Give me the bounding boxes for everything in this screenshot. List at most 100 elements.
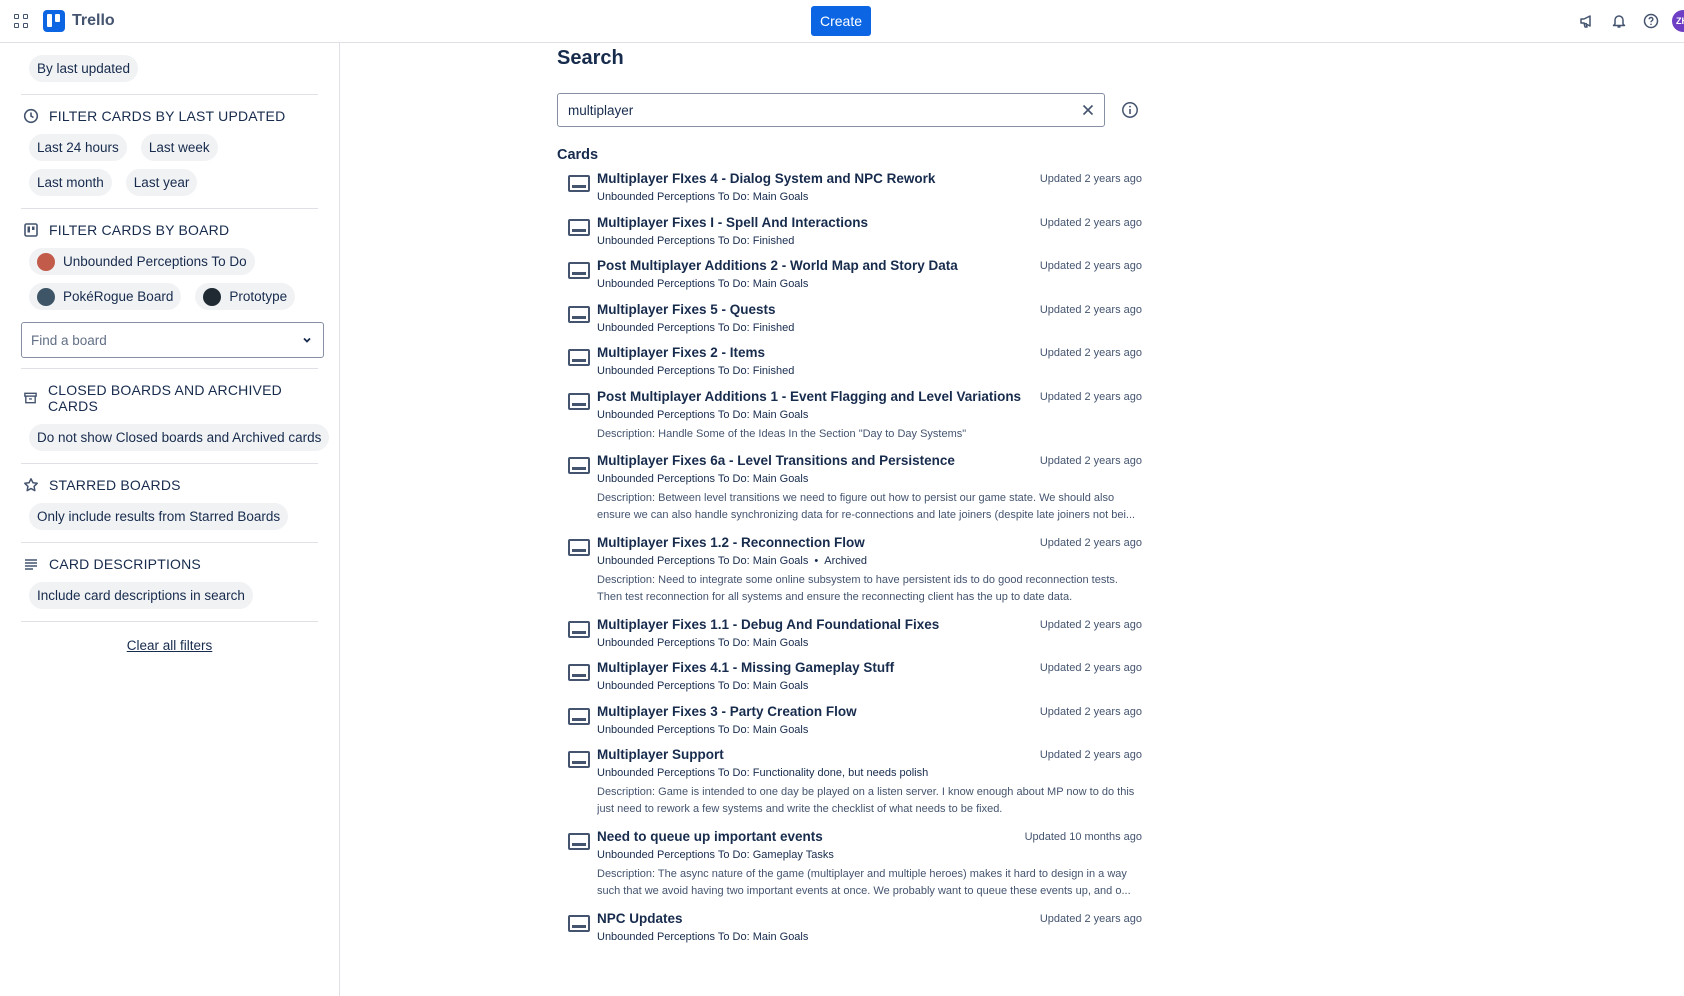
card-result[interactable]: Multiplayer Fixes 3 - Party Creation Flo… <box>557 702 1142 746</box>
sort-section: By last updated <box>21 43 318 95</box>
info-icon[interactable] <box>1121 101 1139 119</box>
card-updated-time: Updated 2 years ago <box>1039 618 1142 631</box>
include-descriptions-chip[interactable]: Include card descriptions in search <box>29 582 253 609</box>
board-chip-pokerogue[interactable]: PokéRogue Board <box>29 283 182 310</box>
card-icon <box>568 392 590 410</box>
filter-last-year-chip[interactable]: Last year <box>125 169 198 196</box>
board-avatar <box>203 287 222 306</box>
header-actions: ZH <box>1576 10 1684 32</box>
card-location: Unbounded Perceptions To Do: Main Goals <box>597 278 809 290</box>
starred-boards-chip[interactable]: Only include results from Starred Boards <box>29 503 289 530</box>
card-board-list: Unbounded Perceptions To Do: Main Goals <box>597 472 1142 486</box>
cards-heading: Cards <box>557 147 599 163</box>
card-updated-time: Updated 10 months ago <box>1024 831 1142 843</box>
closed-boards-chip[interactable]: Do not show Closed boards and Archived c… <box>29 424 330 451</box>
card-result[interactable]: Post Multiplayer Additions 1 - Event Fla… <box>557 387 1142 451</box>
search-results-panel: Search Cards Multiplayer FIxes 4 - Dialo… <box>557 43 1142 953</box>
close-icon[interactable] <box>1080 102 1096 118</box>
card-board-list: Unbounded Perceptions To Do: Main Goals <box>597 679 1142 693</box>
card-result[interactable]: Multiplayer Fixes 1.1 - Debug And Founda… <box>557 615 1142 659</box>
sort-by-last-updated-chip[interactable]: By last updated <box>29 55 139 82</box>
card-result[interactable]: Multiplayer FIxes 4 - Dialog System and … <box>557 169 1142 213</box>
trello-logo[interactable]: Trello <box>43 10 115 32</box>
bell-icon[interactable] <box>1608 10 1630 32</box>
card-result[interactable]: Multiplayer Fixes I - Spell And Interact… <box>557 213 1142 257</box>
find-board-placeholder: Find a board <box>31 332 107 348</box>
trello-logo-icon <box>43 10 65 32</box>
card-updated-time: Updated 2 years ago <box>1039 216 1142 229</box>
card-location: Unbounded Perceptions To Do: Main Goals <box>597 723 809 736</box>
card-result[interactable]: Multiplayer Fixes 2 - Items Unbounded Per… <box>557 343 1142 387</box>
closed-boards-section: CLOSED BOARDS AND ARCHIVED CARDS Do not … <box>21 369 330 464</box>
card-board-list: Unbounded Perceptions To Do: Main Goals •… <box>597 554 1142 568</box>
card-board-list: Unbounded Perceptions To Do: Finished <box>597 364 1142 378</box>
megaphone-icon[interactable] <box>1576 10 1598 32</box>
card-icon <box>568 620 590 638</box>
search-box <box>557 93 1105 127</box>
card-board-list: Unbounded Perceptions To Do: Main Goals <box>597 190 1142 204</box>
descriptions-heading: CARD DESCRIPTIONS <box>23 556 318 572</box>
app-switcher-icon[interactable] <box>12 12 30 30</box>
archived-label: Archived <box>824 554 868 567</box>
card-result[interactable]: Multiplayer Fixes 6a - Level Transitions… <box>557 451 1142 533</box>
card-icon <box>568 456 590 474</box>
clear-all-filters-link[interactable]: Clear all filters <box>21 638 318 653</box>
clock-icon <box>23 108 39 124</box>
card-location: Unbounded Perceptions To Do: Main Goals <box>597 554 809 567</box>
create-button[interactable]: Create <box>811 6 871 36</box>
last-updated-title: FILTER CARDS BY LAST UPDATED <box>49 108 286 124</box>
card-location: Unbounded Perceptions To Do: Main Goals <box>597 636 809 649</box>
filter-last-month-chip[interactable]: Last month <box>29 169 112 196</box>
card-location: Unbounded Perceptions To Do: Main Goals <box>597 191 809 203</box>
board-chip-unbounded-perceptions[interactable]: Unbounded Perceptions To Do <box>29 248 255 275</box>
filter-last-week-chip[interactable]: Last week <box>140 134 218 161</box>
card-location: Unbounded Perceptions To Do: Main Goals <box>597 472 809 485</box>
card-updated-time: Updated 2 years ago <box>1039 662 1142 674</box>
page-title: Search <box>557 47 624 69</box>
filter-last-24-hours-chip[interactable]: Last 24 hours <box>29 134 127 161</box>
board-filter-heading: FILTER CARDS BY BOARD <box>23 222 318 238</box>
app-name: Trello <box>72 12 115 29</box>
card-result[interactable]: Need to queue up important events Unbound… <box>557 827 1142 909</box>
board-icon <box>24 223 38 237</box>
card-result[interactable]: Multiplayer Fixes 1.2 - Reconnection Flo… <box>557 533 1142 615</box>
help-icon[interactable] <box>1640 10 1662 32</box>
description-icon <box>25 559 37 570</box>
card-board-list: Unbounded Perceptions To Do: Functionali… <box>597 766 1142 780</box>
search-input[interactable] <box>558 94 1104 126</box>
card-result[interactable]: Post Multiplayer Additions 2 - World Map… <box>557 256 1142 300</box>
archive-icon <box>24 392 37 404</box>
board-chip-prototype[interactable]: Prototype <box>195 283 296 310</box>
starred-title: STARRED BOARDS <box>49 477 181 493</box>
filter-sidebar: By last updated FILTER CARDS BY LAST UPD… <box>0 43 340 996</box>
card-icon <box>568 262 590 279</box>
card-result[interactable]: Multiplayer Fixes 5 - Quests Unbounded Pe… <box>557 300 1142 344</box>
card-description: Description: Game is intended to one day… <box>597 786 1135 815</box>
card-location: Unbounded Perceptions To Do: Functionali… <box>597 767 929 779</box>
board-chip-label: Unbounded Perceptions To Do <box>63 254 247 269</box>
card-updated-time: Updated 2 years ago <box>1039 347 1142 359</box>
closed-boards-heading: CLOSED BOARDS AND ARCHIVED CARDS <box>23 382 318 414</box>
board-avatar <box>37 287 55 306</box>
card-icon <box>568 175 590 192</box>
card-icon <box>568 915 590 932</box>
card-result[interactable]: Multiplayer Fixes 4.1 - Missing Gameplay… <box>557 658 1142 702</box>
card-updated-time: Updated 2 years ago <box>1039 454 1142 467</box>
card-updated-time: Updated 2 years ago <box>1039 303 1142 316</box>
last-updated-heading: FILTER CARDS BY LAST UPDATED <box>23 108 318 124</box>
user-avatar[interactable]: ZH <box>1672 10 1684 32</box>
find-board-select[interactable]: Find a board <box>21 322 324 358</box>
separator-dot: • <box>814 554 819 567</box>
card-updated-time: Updated 2 years ago <box>1039 260 1142 272</box>
card-result[interactable]: NPC Updates Unbounded Perceptions To Do: … <box>557 909 1142 953</box>
card-updated-time: Updated 2 years ago <box>1039 173 1142 185</box>
card-updated-time: Updated 2 years ago <box>1039 390 1142 403</box>
card-updated-time: Updated 2 years ago <box>1039 749 1142 761</box>
board-filter-title: FILTER CARDS BY BOARD <box>49 222 230 238</box>
card-description: Description: Need to integrate some onli… <box>597 573 1118 603</box>
board-filter-section: FILTER CARDS BY BOARD Unbounded Percepti… <box>21 209 324 369</box>
card-updated-time: Updated 2 years ago <box>1039 536 1142 549</box>
card-board-list: Unbounded Perceptions To Do: Finished <box>597 321 1142 335</box>
star-icon <box>24 478 38 492</box>
card-result[interactable]: Multiplayer Support Unbounded Perceptions… <box>557 745 1142 827</box>
